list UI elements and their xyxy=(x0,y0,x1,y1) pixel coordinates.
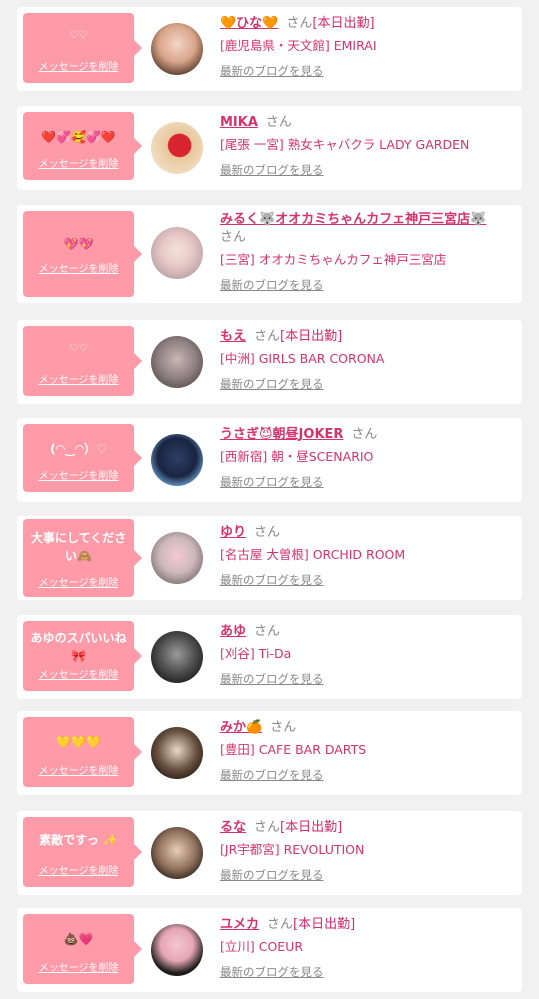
shop-name: [豊田] CAFE BAR DARTS xyxy=(220,742,367,757)
user-name-link[interactable]: みるく🐺オオカミちゃんカフェ神戸三宮店🐺 xyxy=(220,212,486,227)
latest-blog-link[interactable]: 最新のブログを見る xyxy=(220,964,324,980)
avatar[interactable] xyxy=(151,727,203,779)
list-item: 💖💖 メッセージを削除 みるく🐺オオカミちゃんカフェ神戸三宮店🐺 さん [三宮] … xyxy=(17,205,522,303)
work-status: [本日出勤] xyxy=(280,820,343,835)
delete-message-link[interactable]: メッセージを削除 xyxy=(23,574,134,589)
list-item: ♡♡ メッセージを削除 もえ さん[本日出勤] [中洲] GIRLS BAR CO… xyxy=(17,320,522,404)
latest-blog-link[interactable]: 最新のブログを見る xyxy=(220,767,324,783)
delete-message-link[interactable]: メッセージを削除 xyxy=(23,762,134,777)
latest-blog-link[interactable]: 最新のブログを見る xyxy=(220,867,324,883)
user-name-link[interactable]: うさぎ😈朝昼JOKER xyxy=(220,427,343,442)
honorific: さん xyxy=(286,16,313,31)
message-bubble: 素敵ですっ ✨ メッセージを削除 xyxy=(23,817,142,887)
latest-blog-link[interactable]: 最新のブログを見る xyxy=(220,277,324,293)
message-bubble: 💛💛💛 メッセージを削除 xyxy=(23,717,142,787)
avatar[interactable] xyxy=(151,336,203,388)
message-text: 💛💛💛 xyxy=(56,735,101,749)
latest-blog-link[interactable]: 最新のブログを見る xyxy=(220,474,324,490)
message-bubble: 大事にしてください🙈 メッセージを削除 xyxy=(23,519,142,597)
honorific: さん xyxy=(265,115,292,130)
message-bubble: ♡♡ メッセージを削除 xyxy=(23,326,142,396)
list-item: あゆのスパいいね🎀 メッセージを削除 あゆ さん [刈谷] Ti-Da 最新のブロ… xyxy=(17,615,522,699)
list-item: 💩💗 メッセージを削除 ユメカ さん[本日出勤] [立川] COEUR 最新のブロ… xyxy=(17,908,522,992)
avatar[interactable] xyxy=(151,122,203,174)
delete-message-link[interactable]: メッセージを削除 xyxy=(23,260,134,275)
message-text: 💩💗 xyxy=(63,932,94,946)
work-status: [本日出勤] xyxy=(312,16,375,31)
delete-message-link[interactable]: メッセージを削除 xyxy=(23,666,134,681)
message-text: (◠‿◠）♡ xyxy=(50,442,107,456)
honorific: さん xyxy=(254,820,281,835)
shop-name: [JR宇都宮] REVOLUTION xyxy=(220,842,365,857)
delete-message-link[interactable]: メッセージを削除 xyxy=(23,155,134,170)
latest-blog-link[interactable]: 最新のブログを見る xyxy=(220,671,324,687)
message-bubble: 💩💗 メッセージを削除 xyxy=(23,914,142,984)
shop-name: [西新宿] 朝・昼SCENARIO xyxy=(220,449,374,464)
user-name-link[interactable]: MIKA xyxy=(220,115,258,130)
honorific: さん xyxy=(254,525,281,540)
shop-name: [刈谷] Ti-Da xyxy=(220,646,292,661)
avatar[interactable] xyxy=(151,827,203,879)
avatar[interactable] xyxy=(151,631,203,683)
message-text: ♡♡ xyxy=(69,343,88,354)
list-item: ♡♡ メッセージを削除 🧡ひな🧡 さん[本日出勤] [鹿児島県・天文館] EMIR… xyxy=(17,7,522,91)
user-name-link[interactable]: あゆ xyxy=(220,624,246,639)
message-text: あゆのスパいいね🎀 xyxy=(30,631,127,663)
user-name-link[interactable]: ユメカ xyxy=(220,917,259,932)
message-text: 💖💖 xyxy=(63,237,94,251)
latest-blog-link[interactable]: 最新のブログを見る xyxy=(220,63,324,79)
message-text: ❤️💞🥰💞❤️ xyxy=(41,130,116,144)
latest-blog-link[interactable]: 最新のブログを見る xyxy=(220,572,324,588)
list-item: ❤️💞🥰💞❤️ メッセージを削除 MIKA さん [尾張 一宮] 熟女キャバクラ … xyxy=(17,106,522,190)
work-status: [本日出勤] xyxy=(293,917,356,932)
message-text: 大事にしてください🙈 xyxy=(30,531,127,563)
list-item: 大事にしてください🙈 メッセージを削除 ゆり さん [名古屋 大曽根] ORCHI… xyxy=(17,516,522,600)
user-name-link[interactable]: もえ xyxy=(220,329,246,344)
honorific: さん xyxy=(270,720,297,735)
latest-blog-link[interactable]: 最新のブログを見る xyxy=(220,162,324,178)
avatar[interactable] xyxy=(151,23,203,75)
delete-message-link[interactable]: メッセージを削除 xyxy=(23,862,134,877)
honorific: さん xyxy=(254,329,281,344)
latest-blog-link[interactable]: 最新のブログを見る xyxy=(220,376,324,392)
message-bubble: あゆのスパいいね🎀 メッセージを削除 xyxy=(23,621,142,691)
avatar[interactable] xyxy=(151,434,203,486)
shop-name: [鹿児島県・天文館] EMIRAI xyxy=(220,38,377,53)
honorific: さん xyxy=(267,917,294,932)
avatar[interactable] xyxy=(151,227,203,279)
message-bubble: (◠‿◠）♡ メッセージを削除 xyxy=(23,424,142,492)
shop-name: [名古屋 大曽根] ORCHID ROOM xyxy=(220,547,406,562)
list-item: 素敵ですっ ✨ メッセージを削除 るな さん[本日出勤] [JR宇都宮] REVO… xyxy=(17,811,522,895)
user-name-link[interactable]: ゆり xyxy=(220,525,246,540)
avatar[interactable] xyxy=(151,532,203,584)
work-status: [本日出勤] xyxy=(280,329,343,344)
message-bubble: 💖💖 メッセージを削除 xyxy=(23,211,142,297)
shop-name: [尾張 一宮] 熟女キャバクラ LADY GARDEN xyxy=(220,137,470,152)
honorific: さん xyxy=(254,624,281,639)
delete-message-link[interactable]: メッセージを削除 xyxy=(23,371,134,386)
list-item: 💛💛💛 メッセージを削除 みか🍊 さん [豊田] CAFE BAR DARTS 最… xyxy=(17,711,522,795)
user-name-link[interactable]: みか🍊 xyxy=(220,720,262,735)
honorific: さん xyxy=(351,427,378,442)
message-text: ♡♡ xyxy=(69,30,88,41)
shop-name: [中洲] GIRLS BAR CORONA xyxy=(220,351,385,366)
message-bubble: ♡♡ メッセージを削除 xyxy=(23,13,142,83)
delete-message-link[interactable]: メッセージを削除 xyxy=(23,467,134,482)
user-name-link[interactable]: るな xyxy=(220,820,246,835)
honorific: さん xyxy=(220,230,247,245)
shop-name: [立川] COEUR xyxy=(220,939,304,954)
message-bubble: ❤️💞🥰💞❤️ メッセージを削除 xyxy=(23,112,142,180)
message-text: 素敵ですっ ✨ xyxy=(39,833,118,847)
avatar[interactable] xyxy=(151,924,203,976)
delete-message-link[interactable]: メッセージを削除 xyxy=(23,58,134,73)
delete-message-link[interactable]: メッセージを削除 xyxy=(23,959,134,974)
message-list: ♡♡ メッセージを削除 🧡ひな🧡 さん[本日出勤] [鹿児島県・天文館] EMIR… xyxy=(0,0,539,999)
shop-name: [三宮] オオカミちゃんカフェ神戸三宮店 xyxy=(220,252,447,267)
list-item: (◠‿◠）♡ メッセージを削除 うさぎ😈朝昼JOKER さん [西新宿] 朝・昼S… xyxy=(17,418,522,502)
user-name-link[interactable]: 🧡ひな🧡 xyxy=(220,16,278,31)
